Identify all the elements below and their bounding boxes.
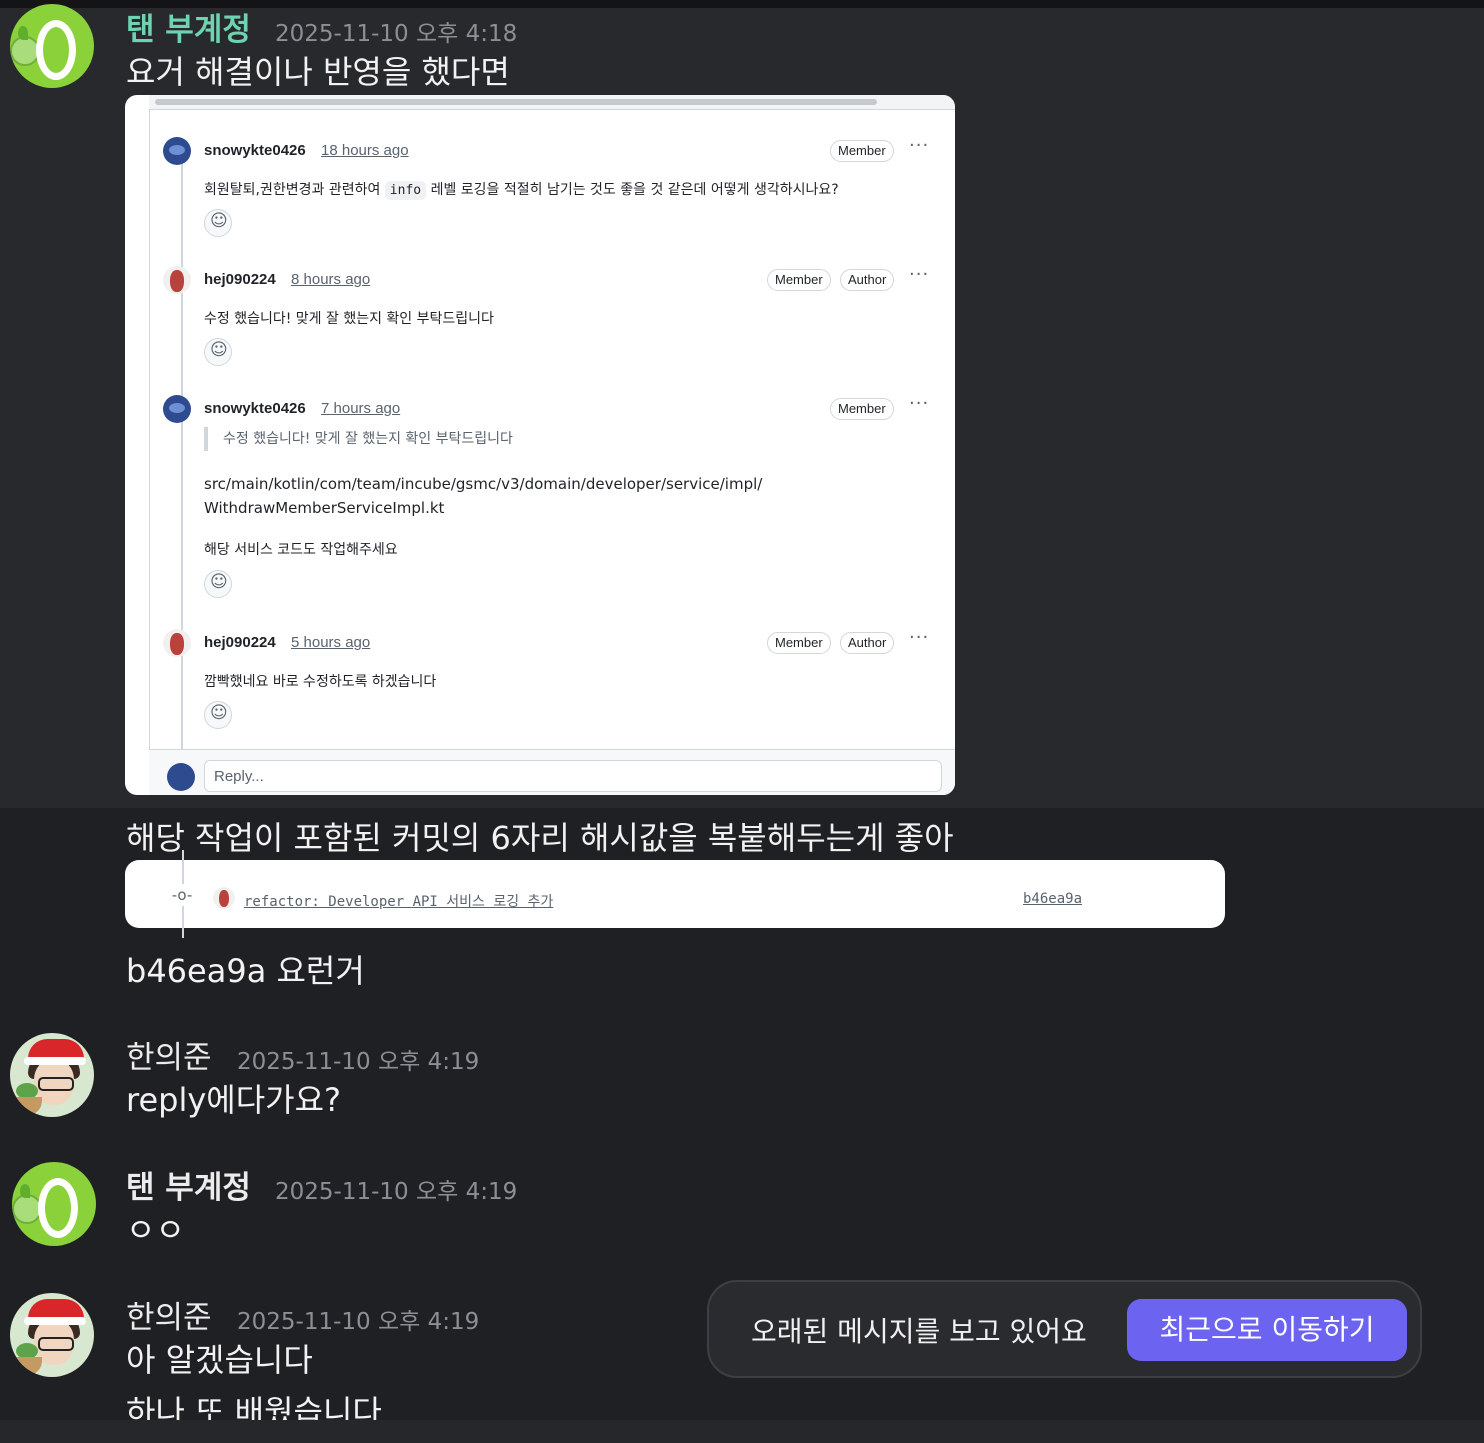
- avatar-han[interactable]: [10, 1033, 94, 1117]
- hat-rim: [24, 1317, 86, 1325]
- message-text: 요거 해결이나 반영을 했다면: [126, 53, 510, 91]
- comment-author[interactable]: hej090224: [204, 634, 276, 651]
- add-reaction-icon[interactable]: [204, 338, 232, 366]
- leaf-icon: [20, 1184, 30, 1198]
- add-reaction-icon[interactable]: [204, 209, 232, 237]
- composer-edge: [0, 1420, 1484, 1443]
- comment-body: 수정 했습니다! 맞게 잘 했는지 확인 부탁드립니다: [204, 311, 494, 327]
- add-reaction-icon[interactable]: [204, 701, 232, 729]
- pot-icon: [12, 1097, 42, 1115]
- avatar[interactable]: [163, 629, 191, 657]
- reply-bar: Reply...: [149, 749, 955, 795]
- add-reaction-icon[interactable]: [204, 570, 232, 598]
- comment-time-link[interactable]: 18 hours ago: [321, 142, 409, 159]
- reply-input[interactable]: Reply...: [204, 760, 942, 792]
- comment-author[interactable]: hej090224: [204, 271, 276, 288]
- avatar-han[interactable]: [10, 1293, 94, 1377]
- glasses-icon: [38, 1077, 74, 1091]
- logo-icon: [36, 20, 76, 80]
- avatar: [167, 763, 195, 791]
- hat-rim: [24, 1057, 86, 1065]
- avatar-tan[interactable]: [10, 4, 94, 88]
- comment-body: 해당 서비스 코드도 작업해주세요: [204, 542, 398, 558]
- message-author[interactable]: 탠 부계정: [126, 4, 251, 49]
- divider: [149, 109, 150, 795]
- member-badge: Member: [767, 269, 831, 291]
- github-thread-attachment[interactable]: snowykte0426 18 hours ago Member ··· 회원탈…: [125, 95, 955, 795]
- commit-icon: -o-: [168, 884, 196, 906]
- pot-icon: [12, 1357, 42, 1375]
- old-messages-toast: 오래된 메시지를 보고 있어요 최근으로 이동하기: [707, 1280, 1422, 1378]
- avatar[interactable]: [163, 266, 191, 294]
- message-timestamp: 2025-11-10 오후 4:19: [275, 1179, 518, 1205]
- thread-line: [181, 151, 183, 751]
- more-options-icon[interactable]: ···: [909, 135, 929, 156]
- member-badge: Member: [767, 632, 831, 654]
- comment-time-link[interactable]: 5 hours ago: [291, 634, 370, 651]
- member-badge: Member: [830, 140, 894, 162]
- comment-text: 회원탈퇴,권한변경과 관련하여: [204, 182, 381, 198]
- member-badge: Member: [830, 398, 894, 420]
- more-options-icon[interactable]: ···: [909, 627, 929, 648]
- commit-message-link[interactable]: refactor: Developer API 서비스 로깅 추가: [244, 891, 553, 911]
- message-text: reply에다가요?: [126, 1081, 342, 1119]
- commit-hash-link[interactable]: b46ea9a: [1023, 891, 1082, 907]
- comment-time-link[interactable]: 7 hours ago: [321, 400, 400, 417]
- comment-author[interactable]: snowykte0426: [204, 142, 306, 159]
- message-author[interactable]: 탠 부계정: [126, 1162, 251, 1207]
- message-text: 아 알겠습니다: [126, 1341, 313, 1379]
- avatar[interactable]: [213, 887, 235, 909]
- message-author[interactable]: 한의준: [126, 1292, 212, 1337]
- inline-code: info: [384, 181, 427, 200]
- logo-icon: [38, 1178, 78, 1238]
- more-options-icon[interactable]: ···: [909, 264, 929, 285]
- horizontal-scrollbar[interactable]: [149, 95, 955, 110]
- quoted-reply: 수정 했습니다! 맞게 잘 했는지 확인 부탁드립니다: [204, 427, 513, 451]
- message-timestamp: 2025-11-10 오후 4:19: [237, 1309, 480, 1335]
- message-text: b46ea9a 요런거: [126, 952, 365, 990]
- more-options-icon[interactable]: ···: [909, 393, 929, 414]
- avatar[interactable]: [163, 395, 191, 423]
- file-path: WithdrawMemberServiceImpl.kt: [204, 499, 445, 517]
- comment-body: 회원탈퇴,권한변경과 관련하여 info 레벨 로깅을 적절히 남기는 것도 좋…: [204, 179, 839, 200]
- message-timestamp: 2025-11-10 오후 4:19: [237, 1049, 480, 1075]
- comment-author[interactable]: snowykte0426: [204, 400, 306, 417]
- avatar[interactable]: [163, 137, 191, 165]
- message-text: 해당 작업이 포함된 커밋의 6자리 해시값을 복붙해두는게 좋아: [126, 819, 954, 857]
- scrollbar-thumb[interactable]: [155, 99, 877, 105]
- message-text: ㅇㅇ: [126, 1211, 185, 1249]
- jump-to-recent-button[interactable]: 최근으로 이동하기: [1127, 1299, 1407, 1361]
- comment-time-link[interactable]: 8 hours ago: [291, 271, 370, 288]
- toast-message: 오래된 메시지를 보고 있어요: [751, 1315, 1087, 1348]
- avatar-tan[interactable]: [12, 1162, 96, 1246]
- author-badge: Author: [840, 269, 895, 291]
- comment-body: 깜빡했네요 바로 수정하도록 하겠습니다: [204, 674, 437, 690]
- message-author[interactable]: 한의준: [126, 1032, 212, 1077]
- file-path: src/main/kotlin/com/team/incube/gsmc/v3/…: [204, 475, 763, 493]
- author-badge: Author: [840, 632, 895, 654]
- commit-attachment[interactable]: -o- refactor: Developer API 서비스 로깅 추가 b4…: [125, 850, 1225, 938]
- leaf-icon: [18, 26, 28, 40]
- message-timestamp: 2025-11-10 오후 4:18: [275, 21, 518, 47]
- comment-text: 레벨 로깅을 적절히 남기는 것도 좋을 것 같은데 어떻게 생각하시나요?: [430, 182, 839, 198]
- glasses-icon: [38, 1337, 74, 1351]
